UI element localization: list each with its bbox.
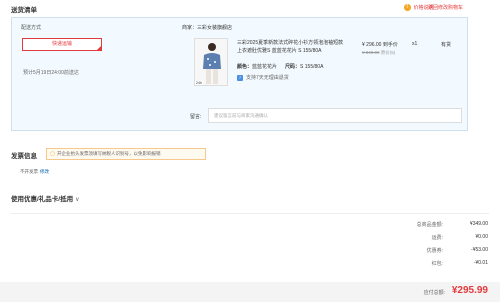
product-thumbnail[interactable]: 24h [194, 38, 228, 86]
summary-row-coupon: 优惠券: -¥53.00 [288, 247, 488, 256]
total-amount: ¥295.99 [451, 285, 488, 296]
summary-label: 总商品金额: [416, 222, 443, 228]
shipping-method-button[interactable]: 快递运输 [22, 38, 102, 51]
package-panel: 配送方式 快递运输 预计5月19日24:00前送达 商家：三彩女装旗舰店 24h… [11, 17, 468, 131]
summary-value: ¥349.00 [469, 221, 488, 227]
summary-label: 红包: [431, 261, 443, 267]
original-price-value: ¥ 349.00 [362, 50, 380, 55]
summary-label: 优惠券: [426, 248, 443, 254]
coupon-label: 使用优惠/礼品卡/抵用 [11, 196, 74, 203]
invoice-edit-link[interactable]: 修改 [40, 169, 49, 174]
summary-value: ¥0.00 [475, 234, 488, 240]
shipping-column: 配送方式 快递运输 预计5月19日24:00前送达 [12, 18, 180, 130]
delivery-eta: 预计5月19日24:00前送达 [23, 70, 79, 76]
merchant-name: 商家：三彩女装旗舰店 [182, 25, 233, 31]
shipping-method-label: 快递运输 [51, 41, 72, 47]
invoice-status: 不开发票 [20, 169, 38, 174]
invoice-status-row: 不开发票 修改 [20, 169, 49, 175]
section-title: 送货清单 [11, 7, 37, 14]
chevron-down-icon: ∨ [75, 197, 80, 203]
final-price: ¥ 296.00 到手价 [362, 42, 398, 48]
original-price-suffix: 原价(5) [380, 50, 396, 55]
summary-value: -¥0.01 [473, 260, 488, 266]
total-label: 应付总额: [423, 290, 445, 296]
summary-label: 运费: [431, 235, 443, 241]
invoice-tip: ◯ 开企业抬头发票须填写纳税人识别号，以免影响报销 [46, 148, 206, 160]
order-list-header: 送货清单 ! 价格说明 返回修改购物车 [0, 0, 500, 16]
coupon-toggle[interactable]: 使用优惠/礼品卡/抵用 ∨ [11, 193, 80, 203]
invoice-title: 发票信息 [11, 153, 37, 160]
stock-status: 有货 [441, 42, 452, 48]
return-policy-text: 支持7天无理由退货 [246, 75, 289, 81]
item-quantity: x1 [412, 41, 418, 47]
summary-value: -¥53.00 [471, 247, 488, 253]
remark-input[interactable]: 建议留言前与商家沟通确认 [208, 108, 462, 123]
product-photo-icon [195, 39, 227, 85]
total-bar: 应付总额: ¥295.99 [0, 282, 500, 302]
return-policy-icon: 7 [237, 74, 243, 81]
back-to-cart-link[interactable]: 返回修改购物车 [428, 4, 463, 11]
summary-row-goods: 总商品金额: ¥349.00 [288, 221, 488, 230]
summary-row-shipping: 运费: ¥0.00 [288, 234, 488, 243]
shipping-label: 配送方式 [21, 25, 42, 31]
color-value: 蓝蓝花花片 [252, 64, 278, 70]
summary-row-redpacket: 红包: -¥0.01 [288, 260, 488, 269]
selected-corner-icon [96, 45, 102, 51]
size-label: 尺码： [285, 64, 301, 70]
return-policy: 7 支持7天无理由退货 [237, 74, 289, 81]
invoice-tip-text: 开企业抬头发票须填写纳税人识别号，以免影响报销 [57, 151, 161, 156]
original-price: ¥ 349.00 原价(5) [362, 50, 395, 56]
size-value: S 155/80A [300, 64, 324, 70]
info-icon: ! [404, 4, 411, 11]
fast-delivery-badge: 24h [195, 81, 203, 85]
lightbulb-icon: ◯ [50, 151, 56, 156]
product-name[interactable]: 三彩2025夏季新款法式碎花小衫方领泡泡袖短款上衣遮肚优雅S 蓝蓝花花片 S 1… [237, 40, 347, 55]
product-attributes: 颜色：蓝蓝花花片 尺码：S 155/80A [237, 63, 323, 70]
remark-label: 留言: [190, 114, 202, 120]
item-column: 商家：三彩女装旗舰店 24h 三彩2025夏季新款法式碎花小衫方领泡泡袖短款上衣… [180, 18, 467, 130]
divider [11, 213, 489, 214]
color-label: 颜色： [237, 64, 253, 70]
